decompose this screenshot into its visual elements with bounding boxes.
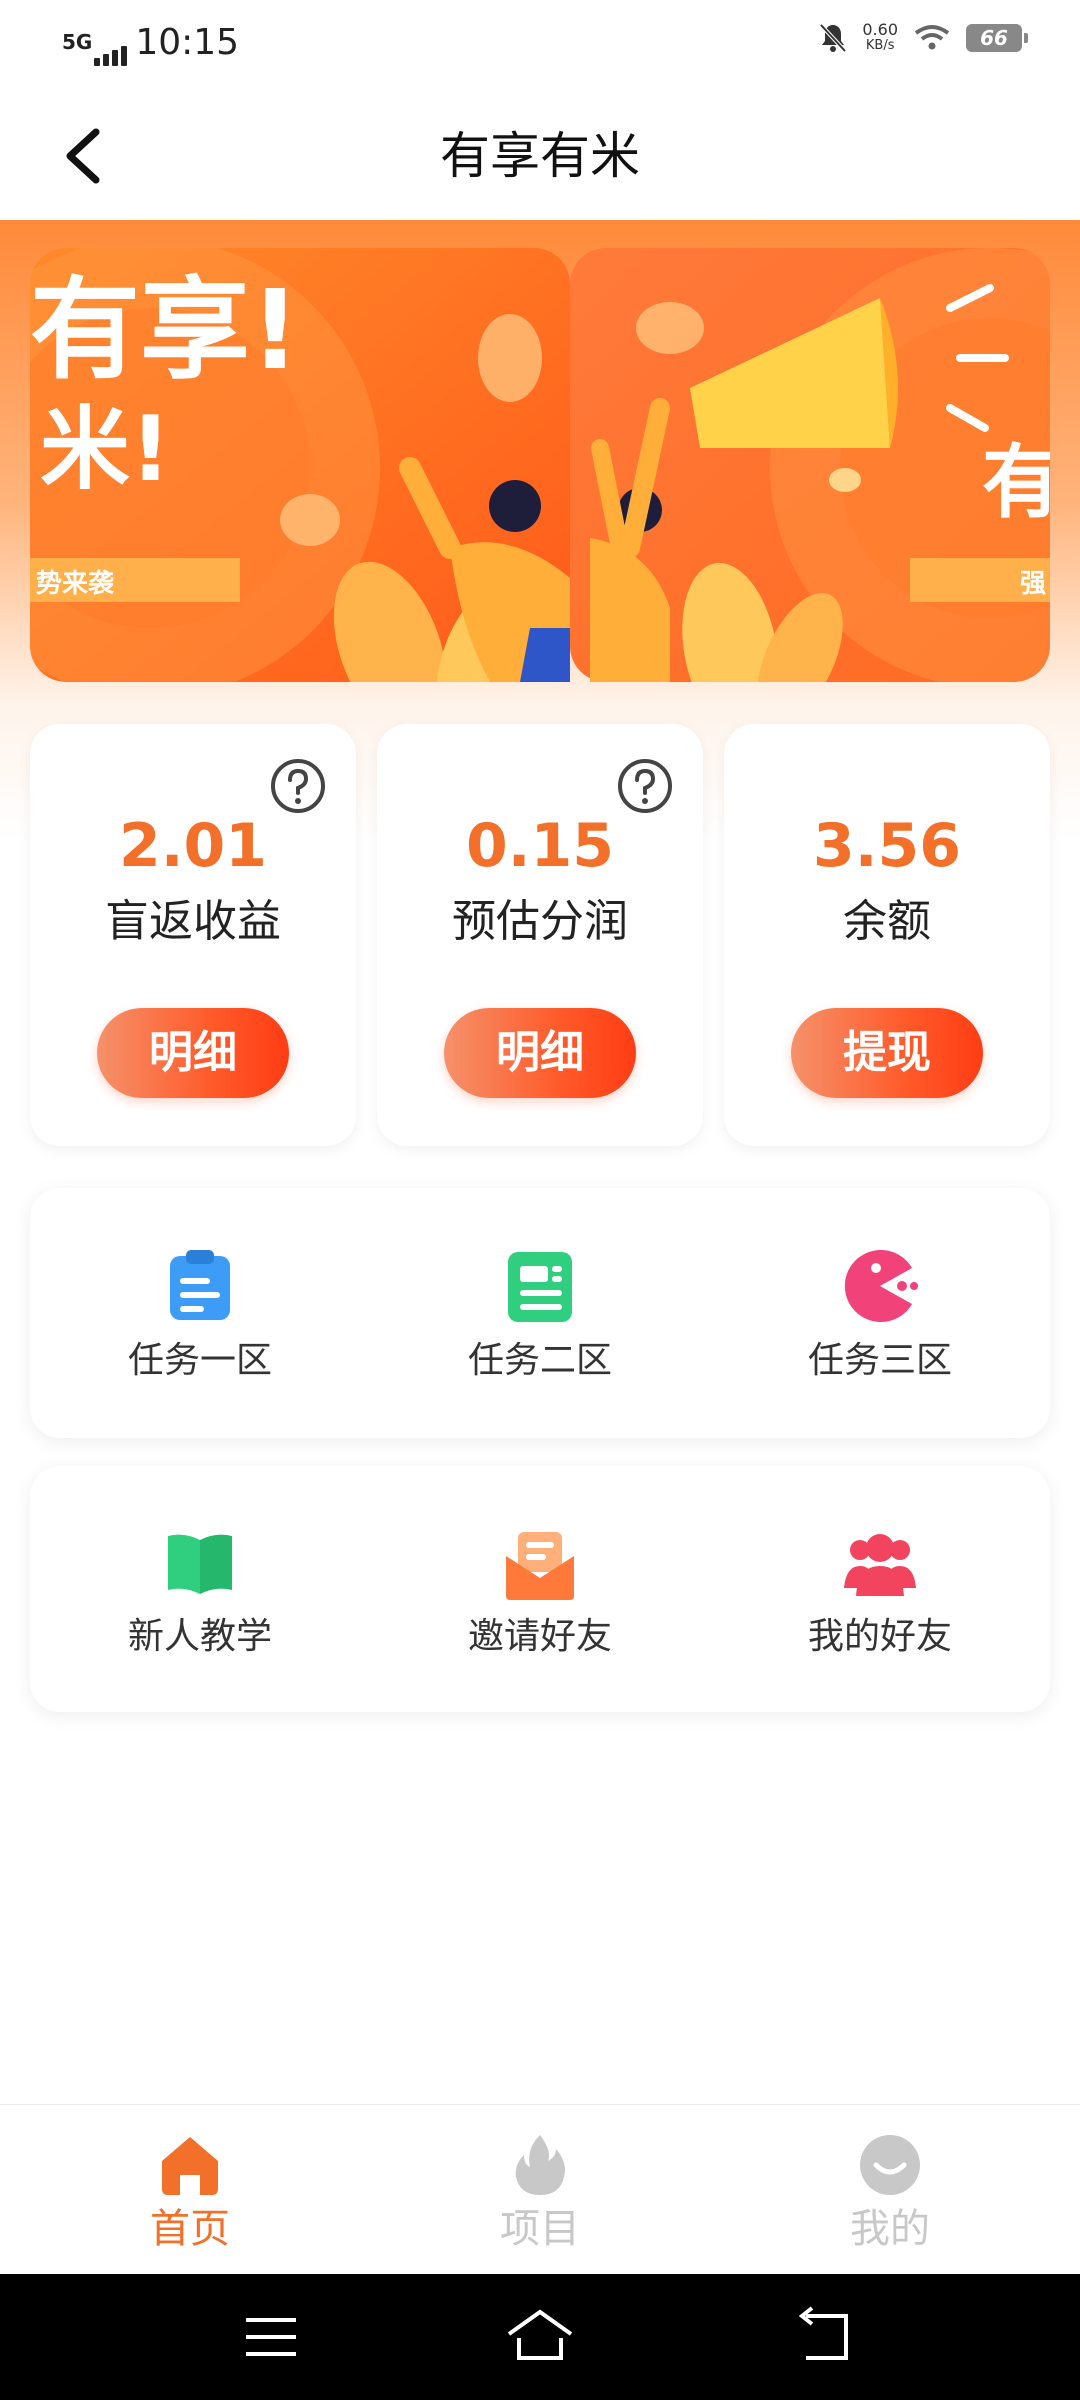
task-zone-3[interactable]: 任务三区	[710, 1188, 1050, 1438]
task-zone-label: 任务一区	[127, 1340, 272, 1381]
wifi-icon	[914, 25, 950, 50]
banner-slogan-1: 有享!	[30, 266, 300, 394]
stat-value: 3.56	[812, 811, 962, 881]
clock: 10:15	[135, 22, 240, 63]
banner-illustration: 有享! 米! 势来袭 有 强	[30, 248, 1050, 682]
network-type: 5G	[62, 30, 93, 54]
details-button[interactable]: 明细	[444, 1008, 636, 1098]
nav-label: 项目	[500, 2206, 580, 2252]
smile-icon	[860, 2135, 920, 2195]
stat-card-profit-share: 0.15 预估分润 明细	[377, 724, 703, 1146]
stat-value: 0.15	[465, 811, 615, 881]
stat-card-balance: 3.56 余额 提现	[724, 724, 1050, 1146]
home-icon	[162, 2137, 218, 2195]
pacman-icon	[844, 1250, 918, 1322]
banner-ribbon-right: 强	[1020, 569, 1046, 599]
feature-tutorial[interactable]: 新人教学	[30, 1466, 370, 1712]
features-card: 新人教学 邀请好友 我的好友	[30, 1466, 1050, 1712]
stat-card-rebate: 2.01 盲返收益 明细	[30, 724, 356, 1146]
task-zone-label: 任务二区	[467, 1340, 612, 1381]
speed-value: 0.60	[862, 20, 898, 39]
status-right: 0.60 KB/s 66	[818, 22, 1028, 54]
mute-bell-icon	[819, 23, 847, 53]
feature-label: 新人教学	[127, 1616, 272, 1657]
feature-friends[interactable]: 我的好友	[710, 1466, 1050, 1712]
nav-label: 首页	[150, 2206, 230, 2252]
details-button[interactable]: 明细	[97, 1008, 289, 1098]
task-zones-card: 任务一区 任务二区 任务三区	[30, 1188, 1050, 1438]
banner-slogan-right: 有	[982, 436, 1050, 529]
back-nav-icon[interactable]	[790, 2304, 860, 2370]
system-nav-bar	[0, 2274, 1080, 2400]
stat-label: 余额	[843, 896, 931, 947]
task-zone-label: 任务三区	[807, 1340, 952, 1381]
page-title: 有享有米	[440, 127, 640, 185]
users-icon	[844, 1534, 916, 1596]
speed-unit: KB/s	[865, 38, 895, 53]
banner-ribbon-left: 势来袭	[36, 569, 115, 599]
battery-icon: 66	[966, 24, 1028, 52]
stat-value: 2.01	[118, 811, 268, 881]
withdraw-button[interactable]: 提现	[791, 1008, 983, 1098]
feature-invite[interactable]: 邀请好友	[370, 1466, 710, 1712]
banner-slogan-2: 米!	[40, 397, 171, 502]
signal-icon	[94, 46, 128, 66]
stat-label: 盲返收益	[105, 896, 281, 947]
title-bar: 有享有米	[0, 88, 1080, 220]
bottom-nav: 首页 项目 我的	[0, 2104, 1080, 2275]
feature-label: 我的好友	[807, 1616, 952, 1657]
network-speed: 0.60 KB/s	[862, 22, 898, 54]
envelope-icon	[506, 1532, 574, 1600]
feature-label: 邀请好友	[467, 1616, 612, 1657]
clipboard-icon	[170, 1250, 230, 1320]
promo-banner[interactable]: 有享! 米! 势来袭 有 强	[30, 248, 1050, 682]
nav-home[interactable]: 首页	[10, 2105, 370, 2275]
flame-icon	[515, 2135, 565, 2195]
task-zone-2[interactable]: 任务二区	[370, 1188, 710, 1438]
nav-projects[interactable]: 项目	[360, 2105, 720, 2275]
book-icon	[168, 1534, 232, 1594]
menu-icon[interactable]	[236, 2304, 306, 2370]
status-bar: 5G 10:15 0.60 KB/s 66	[0, 0, 1080, 88]
home-nav-icon[interactable]	[505, 2304, 575, 2370]
document-list-icon	[508, 1252, 572, 1322]
help-icon[interactable]	[270, 758, 326, 814]
status-left: 5G 10:15	[62, 20, 239, 66]
nav-label: 我的	[850, 2206, 930, 2252]
nav-mine[interactable]: 我的	[710, 2105, 1070, 2275]
stat-label: 预估分润	[452, 896, 628, 947]
task-zone-1[interactable]: 任务一区	[30, 1188, 370, 1438]
help-icon[interactable]	[617, 758, 673, 814]
